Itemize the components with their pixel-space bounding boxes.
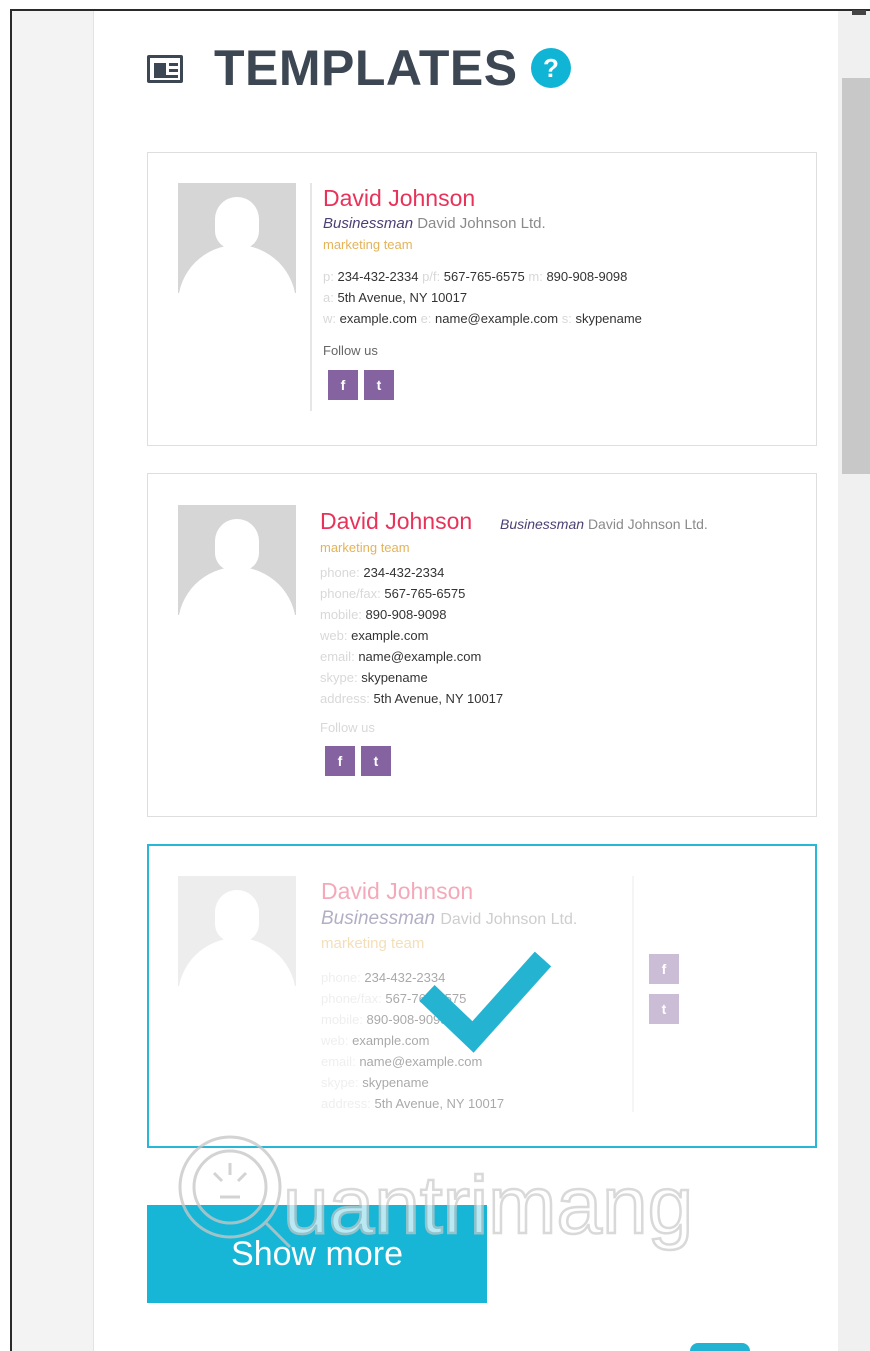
- follow-us-label: Follow us: [320, 720, 375, 735]
- signature-company: David Johnson Ltd.: [440, 911, 578, 928]
- contact-skype: skype: skypename: [320, 670, 428, 685]
- signature-title: Businessman David Johnson Ltd.: [321, 908, 577, 930]
- scrollbar-up-arrow[interactable]: [852, 10, 866, 15]
- contact-address: address: 5th Avenue, NY 10017: [320, 691, 504, 706]
- divider: [310, 183, 312, 411]
- twitter-icon: t: [361, 746, 391, 776]
- watermark-logo: uantrimang: [178, 1135, 695, 1252]
- svg-text:uantrimang: uantrimang: [283, 1160, 693, 1251]
- contact-line-phones: p: 234-432-2334 p/f: 567-765-6575 m: 890…: [323, 269, 628, 284]
- signature-name: David Johnson: [321, 878, 474, 904]
- left-gutter: [12, 11, 94, 1351]
- contact-line-web: w: example.com e: name@example.com s: sk…: [323, 311, 642, 326]
- contact-phone: phone: 234-432-2334: [320, 565, 445, 580]
- contact-email: email: name@example.com: [320, 649, 482, 664]
- help-icon[interactable]: ?: [531, 48, 571, 88]
- signature-title: Businessman David Johnson Ltd.: [323, 215, 546, 232]
- contact-web: web: example.com: [321, 1033, 430, 1048]
- avatar-placeholder: [178, 876, 296, 986]
- floating-action-edge[interactable]: [690, 1343, 750, 1351]
- facebook-icon: f: [328, 370, 358, 400]
- facebook-icon: f: [325, 746, 355, 776]
- twitter-icon: t: [364, 370, 394, 400]
- follow-us-label: Follow us: [323, 343, 378, 358]
- signature-company: David Johnson Ltd.: [587, 516, 708, 532]
- signature-name: David Johnson: [320, 508, 473, 534]
- selected-check-icon: [419, 951, 552, 1053]
- avatar-placeholder: [178, 183, 296, 293]
- page-title: TEMPLATES: [214, 40, 518, 96]
- twitter-icon: t: [649, 994, 679, 1024]
- facebook-icon: f: [649, 954, 679, 984]
- contact-fax: phone/fax: 567-765-6575: [320, 586, 466, 601]
- contact-mobile: mobile: 890-908-9098: [320, 607, 447, 622]
- contact-address: address: 5th Avenue, NY 10017: [321, 1096, 505, 1111]
- signature-team: marketing team: [320, 540, 410, 555]
- signature-team: marketing team: [323, 237, 413, 252]
- signature-role: Businessman: [500, 516, 585, 532]
- contact-email: email: name@example.com: [321, 1054, 483, 1069]
- signature-role: Businessman: [321, 908, 436, 929]
- signature-company: David Johnson Ltd.: [417, 215, 546, 232]
- template-card-1[interactable]: David Johnson Businessman David Johnson …: [147, 152, 817, 446]
- avatar-placeholder: [178, 505, 296, 615]
- contact-web: web: example.com: [320, 628, 429, 643]
- signature-title: Businessman David Johnson Ltd.: [500, 516, 708, 532]
- signature-role: Businessman: [323, 215, 414, 232]
- signature-team: marketing team: [321, 935, 425, 952]
- contact-line-address: a: 5th Avenue, NY 10017: [323, 290, 468, 305]
- divider: [632, 876, 634, 1112]
- signature-name: David Johnson: [323, 185, 476, 211]
- contact-skype: skype: skypename: [321, 1075, 429, 1090]
- template-icon: [147, 55, 183, 83]
- scrollbar-thumb[interactable]: [842, 78, 870, 474]
- template-card-2[interactable]: David Johnson Businessman David Johnson …: [147, 473, 817, 817]
